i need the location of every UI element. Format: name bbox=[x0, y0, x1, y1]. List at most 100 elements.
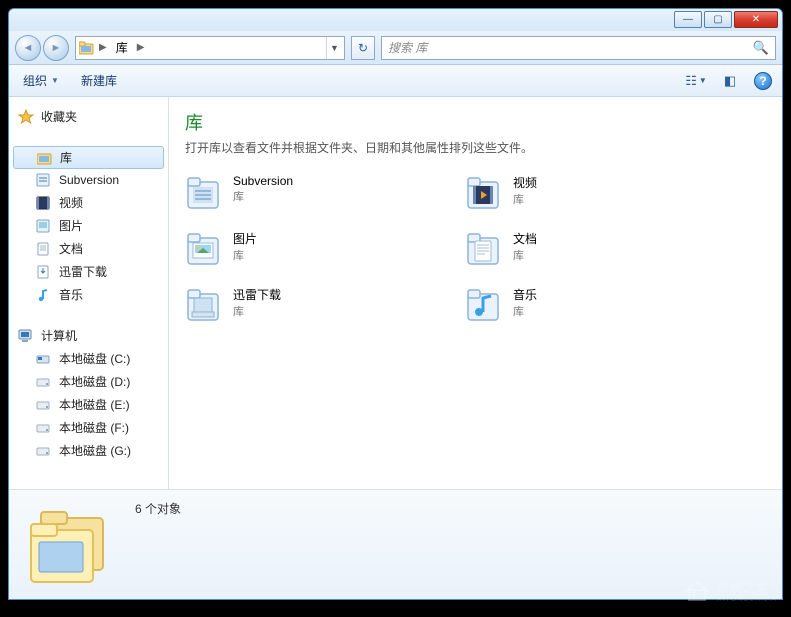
watermark: 系统之家 XITONGZHIJIA bbox=[683, 577, 777, 603]
sidebar-item-drive[interactable]: 本地磁盘 (D:) bbox=[9, 370, 168, 393]
organize-menu[interactable]: 组织 ▼ bbox=[19, 70, 63, 91]
subversion-icon bbox=[35, 172, 53, 188]
navigation-bar: ◄ ► ▶ 库 ▶ ▼ ↻ 搜索 库 🔍 bbox=[9, 31, 782, 65]
sidebar-item-drive[interactable]: 本地磁盘 (E:) bbox=[9, 393, 168, 416]
watermark-sub: XITONGZHIJIA bbox=[717, 596, 777, 603]
minimize-button[interactable]: — bbox=[674, 11, 702, 28]
library-item-subversion[interactable]: Subversion库 bbox=[185, 174, 445, 212]
video-icon bbox=[35, 195, 53, 211]
new-library-button[interactable]: 新建库 bbox=[77, 70, 121, 91]
library-item-video[interactable]: 视频库 bbox=[465, 174, 725, 212]
command-bar: 组织 ▼ 新建库 ☷▼ ◧ ? bbox=[9, 65, 782, 97]
library-item-download[interactable]: 迅雷下载库 bbox=[185, 286, 445, 324]
sidebar-item-label: 音乐 bbox=[59, 286, 83, 303]
sidebar-item-label: 本地磁盘 (G:) bbox=[59, 442, 131, 459]
back-button[interactable]: ◄ bbox=[15, 35, 41, 61]
drive-icon bbox=[35, 443, 53, 459]
drive-icon bbox=[35, 397, 53, 413]
sidebar-item-document[interactable]: 文档 bbox=[9, 237, 168, 260]
drive-icon bbox=[35, 374, 53, 390]
download-icon bbox=[35, 264, 53, 280]
preview-pane-button[interactable]: ◧ bbox=[720, 71, 740, 91]
sysdrive-icon bbox=[35, 351, 53, 367]
library-item-type: 库 bbox=[513, 303, 537, 319]
explorer-window: — ▢ ✕ ◄ ► ▶ 库 ▶ ▼ ↻ 搜索 库 🔍 组织 bbox=[8, 8, 783, 600]
address-bar[interactable]: ▶ 库 ▶ ▼ bbox=[75, 36, 345, 60]
sidebar-item-label: 图片 bbox=[59, 217, 83, 234]
window-controls: — ▢ ✕ bbox=[674, 11, 778, 28]
view-options-button[interactable]: ☷▼ bbox=[686, 71, 706, 91]
library-item-type: 库 bbox=[233, 188, 293, 204]
music-library-icon bbox=[465, 286, 503, 324]
sidebar-item-label: 文档 bbox=[59, 240, 83, 257]
sidebar-item-drive[interactable]: 本地磁盘 (F:) bbox=[9, 416, 168, 439]
favorites-header[interactable]: 收藏夹 bbox=[9, 105, 168, 128]
nav-buttons: ◄ ► bbox=[15, 35, 69, 61]
sidebar-item-drive[interactable]: 本地磁盘 (G:) bbox=[9, 439, 168, 462]
new-library-label: 新建库 bbox=[81, 72, 117, 89]
library-item-type: 库 bbox=[513, 191, 537, 207]
address-dropdown-button[interactable]: ▼ bbox=[326, 37, 342, 59]
refresh-icon: ↻ bbox=[358, 41, 368, 55]
library-item-name: 迅雷下载 bbox=[233, 286, 281, 303]
titlebar: — ▢ ✕ bbox=[9, 9, 782, 31]
drive-icon bbox=[35, 420, 53, 436]
breadcrumb-sep-icon: ▶ bbox=[96, 42, 110, 53]
sidebar-item-label: 本地磁盘 (F:) bbox=[59, 419, 129, 436]
picture-library-icon bbox=[185, 230, 223, 268]
music-icon bbox=[35, 287, 53, 303]
libraries-icon bbox=[36, 150, 54, 166]
sidebar-item-label: 迅雷下载 bbox=[59, 263, 107, 280]
sidebar-item-video[interactable]: 视频 bbox=[9, 191, 168, 214]
libraries-icon bbox=[78, 40, 96, 56]
close-button[interactable]: ✕ bbox=[734, 11, 778, 28]
search-placeholder: 搜索 库 bbox=[388, 39, 427, 56]
maximize-button[interactable]: ▢ bbox=[704, 11, 732, 28]
library-item-document[interactable]: 文档库 bbox=[465, 230, 725, 268]
watermark-brand: 系统之家 bbox=[717, 580, 769, 595]
sidebar-item-picture[interactable]: 图片 bbox=[9, 214, 168, 237]
library-item-picture[interactable]: 图片库 bbox=[185, 230, 445, 268]
details-pane: 6 个对象 bbox=[9, 489, 782, 599]
body: 收藏夹 库 Subversion视频图片文档迅雷下载音乐 计算机 bbox=[9, 97, 782, 489]
video-library-icon bbox=[465, 174, 503, 212]
library-item-type: 库 bbox=[233, 303, 281, 319]
library-item-name: 文档 bbox=[513, 230, 537, 247]
computer-icon bbox=[17, 328, 35, 344]
star-icon bbox=[17, 109, 35, 125]
libraries-group: 库 Subversion 视频图片文档迅雷下载音乐 bbox=[9, 146, 168, 306]
computer-group: 计算机 本地磁盘 (C:)本地磁盘 (D:)本地磁盘 (E:) 本地磁盘 (F:)… bbox=[9, 324, 168, 462]
subversion-library-icon bbox=[185, 174, 223, 212]
breadcrumb-root[interactable]: 库 bbox=[110, 39, 134, 56]
sidebar-item-music[interactable]: 音乐 bbox=[9, 283, 168, 306]
download-library-icon bbox=[185, 286, 223, 324]
picture-icon bbox=[35, 218, 53, 234]
computer-header[interactable]: 计算机 bbox=[9, 324, 168, 347]
chevron-down-icon: ▼ bbox=[51, 76, 59, 85]
refresh-button[interactable]: ↻ bbox=[351, 36, 375, 60]
sidebar-item-download[interactable]: 迅雷下载 bbox=[9, 260, 168, 283]
library-item-music[interactable]: 音乐库 bbox=[465, 286, 725, 324]
library-item-name: 音乐 bbox=[513, 286, 537, 303]
forward-button[interactable]: ► bbox=[43, 35, 69, 61]
watermark-logo-icon bbox=[683, 578, 711, 602]
library-item-name: Subversion bbox=[233, 174, 293, 188]
navigation-pane: 收藏夹 库 Subversion 视频图片文档迅雷下载音乐 计算机 bbox=[9, 97, 169, 489]
library-grid: Subversion库视频库图片库文档库迅雷下载库音乐库 bbox=[185, 174, 725, 324]
sidebar-item-subversion[interactable]: Subversion bbox=[9, 169, 168, 191]
sidebar-item-label: Subversion bbox=[59, 173, 119, 187]
sidebar-item-label: 计算机 bbox=[41, 327, 77, 344]
library-item-type: 库 bbox=[513, 247, 537, 263]
page-description: 打开库以查看文件并根据文件夹、日期和其他属性排列这些文件。 bbox=[185, 139, 766, 156]
document-icon bbox=[35, 241, 53, 257]
search-input[interactable]: 搜索 库 🔍 bbox=[381, 36, 776, 60]
page-title: 库 bbox=[185, 109, 766, 135]
help-button[interactable]: ? bbox=[754, 72, 772, 90]
sidebar-item-libraries[interactable]: 库 bbox=[13, 146, 164, 169]
library-item-name: 视频 bbox=[513, 174, 537, 191]
sidebar-item-drive[interactable]: 本地磁盘 (C:) bbox=[9, 347, 168, 370]
organize-label: 组织 bbox=[23, 72, 47, 89]
document-library-icon bbox=[465, 230, 503, 268]
view-icon: ☷ bbox=[685, 73, 697, 89]
breadcrumb-sep-icon: ▶ bbox=[134, 42, 148, 53]
